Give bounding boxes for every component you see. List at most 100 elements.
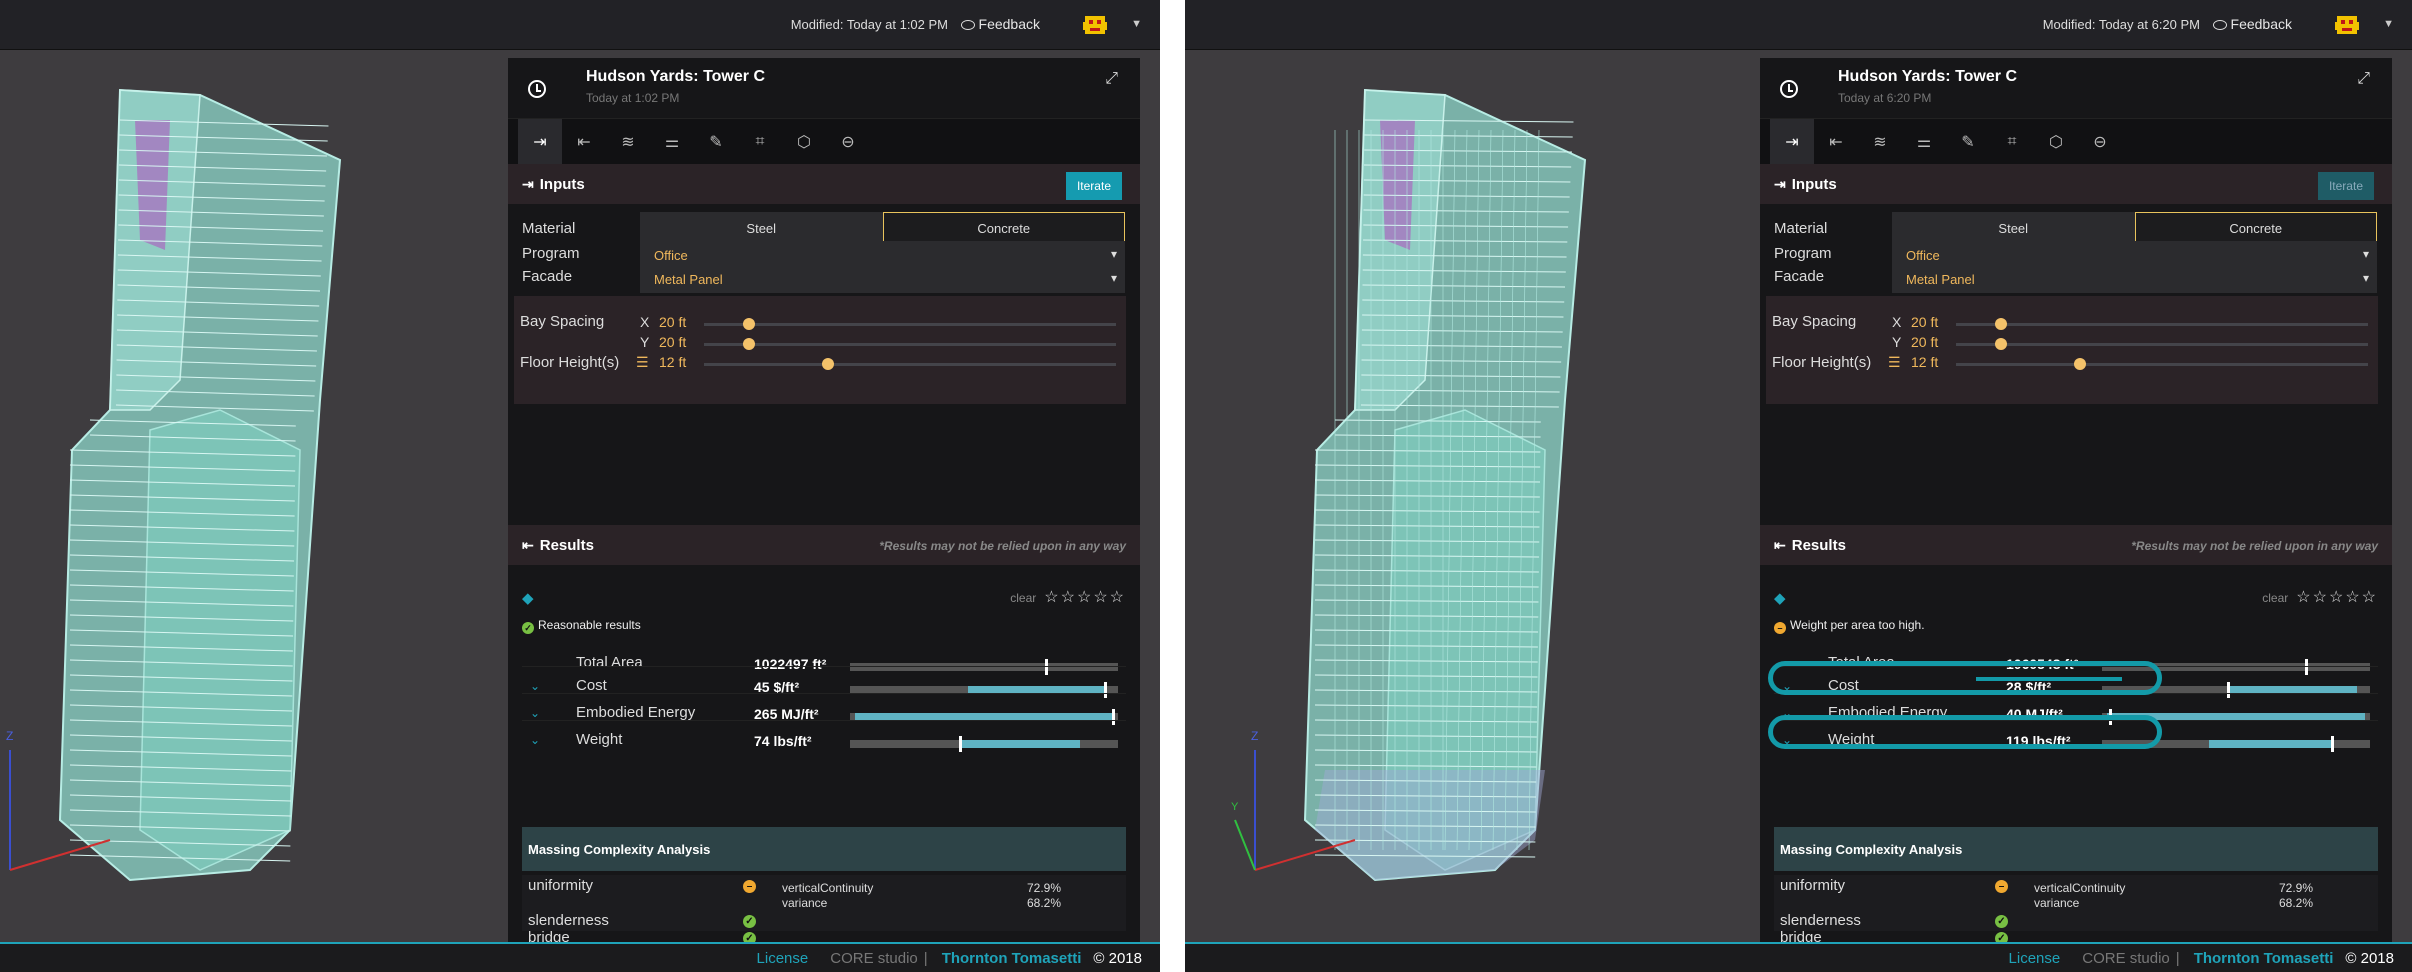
floor-height-slider[interactable] [704, 358, 1116, 370]
layers-icon[interactable]: ≋ [606, 119, 650, 165]
crop-icon[interactable]: ⌗ [1990, 119, 2034, 165]
brush-icon[interactable]: ✎ [694, 119, 738, 165]
floor-height-value: 12 ft [659, 354, 687, 370]
metric-row[interactable]: ⌄ Weight 74 lbs/ft² [522, 720, 1126, 756]
tag-icon[interactable]: ◆ [1774, 589, 1786, 607]
zoom-out-icon[interactable]: ⊖ [2078, 119, 2122, 165]
project-timestamp: Today at 1:02 PM [586, 91, 680, 105]
building-model[interactable]: Z [0, 50, 508, 942]
y-spacing-slider[interactable] [704, 338, 1116, 350]
sign-in-icon[interactable]: ⇥ [1770, 118, 1814, 165]
layers-icon[interactable]: ≋ [1858, 119, 1902, 165]
sign-in-icon[interactable]: ⇥ [518, 118, 562, 165]
metric-range-fill [959, 740, 1081, 748]
list-icon: ☰ [636, 354, 649, 370]
avatar[interactable] [1080, 10, 1110, 40]
feedback-link[interactable]: Feedback [960, 16, 1040, 32]
results-heading: Results [539, 536, 594, 554]
cube-icon[interactable]: ⬡ [782, 119, 826, 165]
feedback-link[interactable]: Feedback [2212, 16, 2292, 32]
expand-icon[interactable]: ⤢ [1105, 70, 1118, 88]
brush-icon[interactable]: ✎ [1946, 119, 1990, 165]
building-model[interactable]: ZY [1185, 50, 1760, 942]
chevron-down-icon[interactable]: ⌄ [530, 679, 540, 693]
z-axis-label: Z [6, 729, 13, 743]
star-rating[interactable]: ☆☆☆☆☆ [2296, 589, 2378, 606]
3d-viewport[interactable]: Z [0, 50, 508, 942]
results-header[interactable]: ⇤ Results *Results may not be relied upon … [508, 525, 1140, 565]
avatar[interactable] [2332, 10, 2362, 40]
expand-icon[interactable]: ⤢ [2357, 70, 2370, 88]
sliders-icon[interactable]: ⚌ [1902, 119, 1946, 165]
cost-highlight-ring [1768, 661, 2162, 695]
core-studio-label: CORE studio [2082, 950, 2170, 967]
bay-spacing-label: Bay Spacing [520, 313, 605, 330]
facade-select[interactable]: Metal Panel [1892, 265, 2377, 293]
x-spacing-slider[interactable] [704, 318, 1116, 330]
facade-select[interactable]: Metal Panel [640, 265, 1125, 293]
license-link[interactable]: License [2009, 950, 2061, 967]
chevron-down-icon[interactable]: ▼ [2383, 18, 2394, 30]
clock-icon [528, 80, 546, 98]
massing-detail-value: 72.9% [1027, 881, 1062, 895]
clear-rating-link[interactable]: clear [2262, 591, 2288, 605]
license-link[interactable]: License [757, 950, 809, 967]
result-status: ✓ Reasonable results [522, 618, 641, 634]
inputs-heading: Inputs [539, 175, 585, 193]
modified-timestamp: Modified: Today at 6:20 PM [2042, 17, 2200, 32]
app-window: Modified: Today at 6:20 PM Feedback ▼ Z Y Hud… [1185, 0, 2412, 972]
y-spacing-knob[interactable] [743, 338, 756, 350]
list-icon: ☰ [1888, 354, 1901, 370]
metric-name: Embodied Energy [576, 704, 696, 721]
results-header[interactable]: ⇤ Results *Results may not be relied upon … [1760, 525, 2392, 565]
sign-out-icon[interactable]: ⇤ [562, 119, 606, 165]
cube-icon[interactable]: ⬡ [2034, 119, 2078, 165]
results-section: ⇤ Results *Results may not be relied upon … [1760, 525, 2392, 942]
3d-viewport[interactable]: ZY [1185, 50, 1760, 942]
minus-icon: – [743, 880, 756, 893]
tag-icon[interactable]: ◆ [522, 589, 534, 607]
facade-row: Facade Metal Panel [522, 262, 1126, 293]
minus-icon: – [1774, 622, 1786, 634]
pixel-avatar-icon [2335, 16, 2359, 34]
massing-row-uniformity: uniformity – verticalContinuity 72.9% varian… [522, 875, 1126, 910]
rating-control: clear ☆☆☆☆☆ [2262, 587, 2378, 607]
results-disclaimer: *Results may not be relied upon in any w… [879, 539, 1126, 553]
sliders-icon[interactable]: ⚌ [650, 119, 694, 165]
iterate-button[interactable]: Iterate [2317, 172, 2374, 200]
y-axis-line [1234, 819, 1256, 871]
inputs-header[interactable]: ⇥ Inputs Iterate [508, 164, 1140, 204]
floor-height-slider[interactable] [1956, 358, 2368, 370]
x-spacing-knob[interactable] [1995, 318, 2008, 330]
core-studio-label: CORE studio [830, 950, 918, 967]
iterate-button[interactable]: Iterate [1065, 172, 1122, 200]
inputs-header[interactable]: ⇥ Inputs Iterate [1760, 164, 2392, 204]
metric-value: 74 lbs/ft² [754, 733, 812, 749]
project-header: Hudson Yards: Tower C Today at 1:02 PM ⤢ [508, 58, 1140, 118]
check-icon: ✓ [743, 932, 756, 942]
y-spacing-slider[interactable] [1956, 338, 2368, 350]
program-label: Program [522, 245, 580, 262]
y-spacing-knob[interactable] [1995, 338, 2008, 350]
chevron-down-icon[interactable]: ⌄ [530, 706, 540, 720]
clear-rating-link[interactable]: clear [1010, 591, 1036, 605]
bay-spacing-group: Bay Spacing Floor Height(s) X 20 ft Y 20 ft ☰ 1… [1766, 296, 2378, 404]
sign-out-icon[interactable]: ⇤ [1814, 119, 1858, 165]
chevron-down-icon[interactable]: ▼ [1131, 18, 1142, 30]
floor-height-knob[interactable] [821, 358, 834, 370]
chat-bubble-icon [960, 20, 975, 30]
massing-analysis-header: Massing Complexity Analysis [1774, 827, 2378, 871]
zoom-out-icon[interactable]: ⊖ [826, 119, 870, 165]
x-spacing-slider[interactable] [1956, 318, 2368, 330]
floor-height-knob[interactable] [2073, 358, 2086, 370]
x-spacing-knob[interactable] [743, 318, 756, 330]
floor-height-label: Floor Height(s) [1772, 354, 1872, 371]
x-axis-line [9, 839, 111, 871]
star-rating[interactable]: ☆☆☆☆☆ [1044, 589, 1126, 606]
chevron-down-icon[interactable]: ⌄ [530, 733, 540, 747]
footer: License CORE studio | Thornton Tomasetti © 2… [0, 942, 1160, 972]
massing-name: uniformity [1780, 877, 1846, 894]
metric-marker [958, 736, 962, 752]
footer-separator: | [2175, 950, 2180, 967]
crop-icon[interactable]: ⌗ [738, 119, 782, 165]
